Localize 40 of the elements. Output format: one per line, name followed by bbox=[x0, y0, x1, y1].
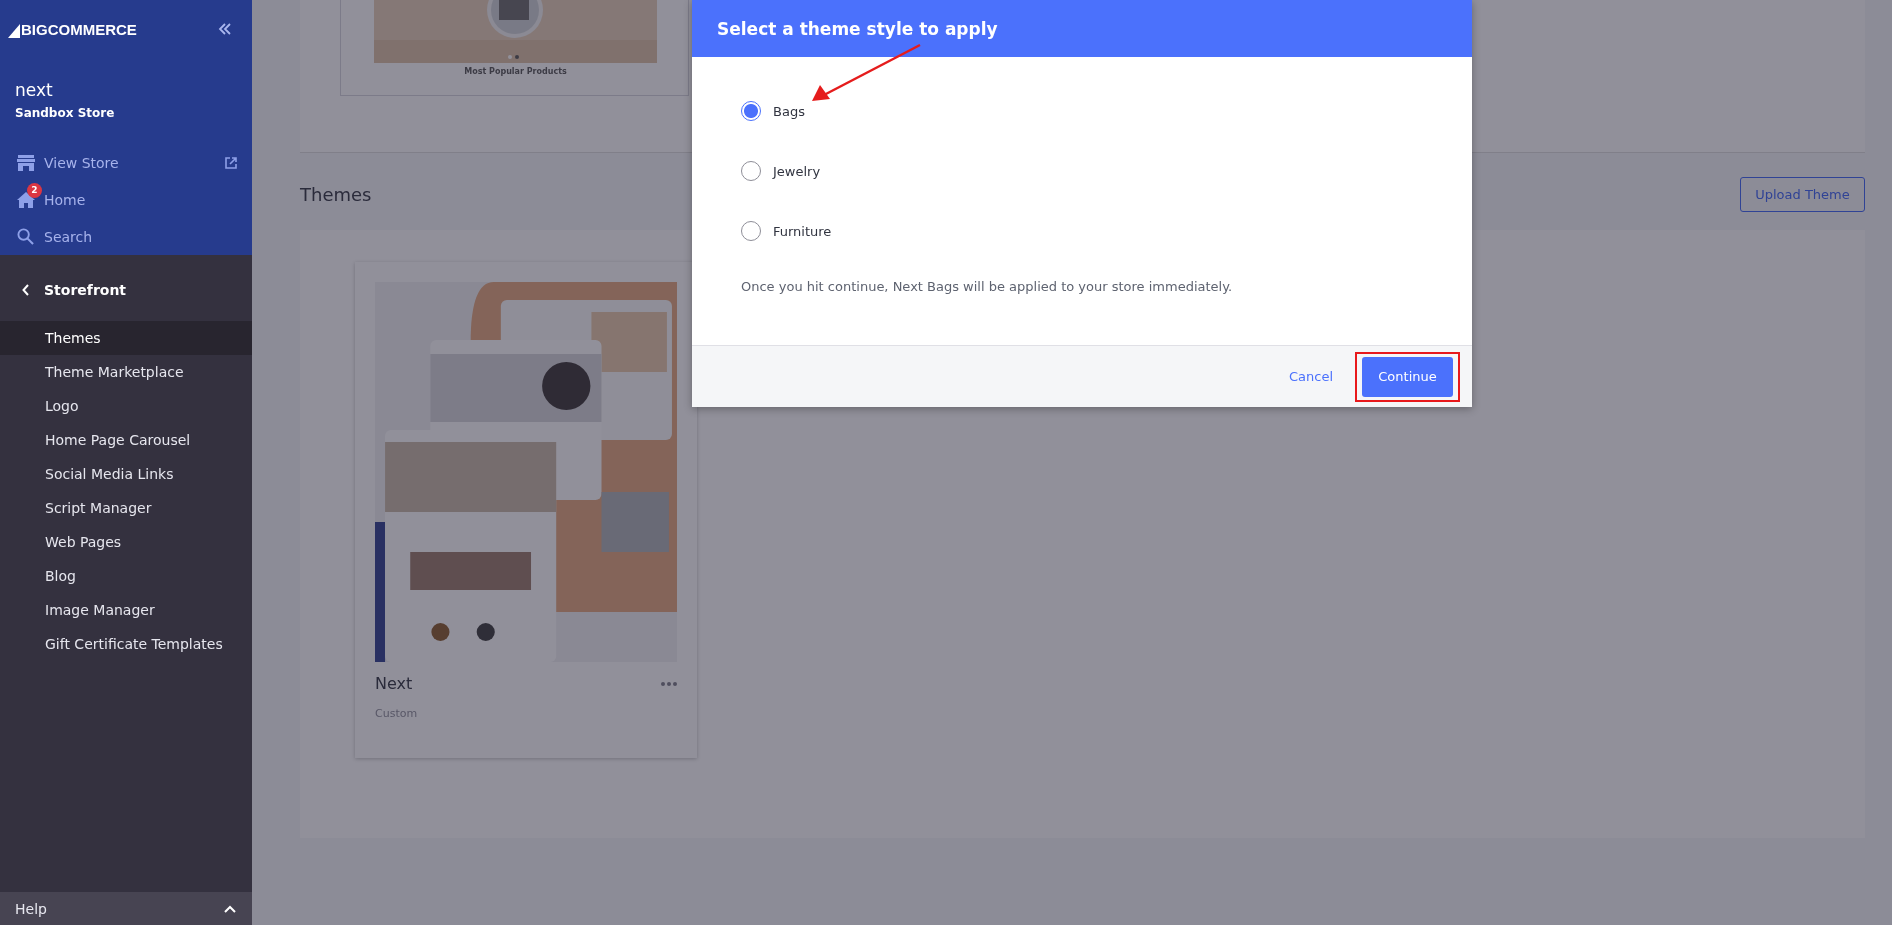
continue-button[interactable]: Continue bbox=[1362, 356, 1453, 397]
sidebar-item[interactable]: Theme Marketplace bbox=[0, 355, 252, 389]
theme-card[interactable]: Next Custom bbox=[355, 262, 697, 758]
notification-badge: 2 bbox=[27, 182, 42, 198]
sidebar-item[interactable]: Image Manager bbox=[0, 593, 252, 627]
sidebar-item[interactable]: Social Media Links bbox=[0, 457, 252, 491]
theme-name: Next bbox=[375, 674, 413, 693]
dialog-title: Select a theme style to apply bbox=[717, 18, 998, 39]
home-icon bbox=[17, 191, 35, 208]
option-label[interactable]: Bags bbox=[773, 103, 805, 119]
sidebar-item[interactable]: Themes bbox=[0, 321, 252, 355]
nav-link[interactable]: View Store bbox=[0, 144, 252, 181]
more-icon[interactable] bbox=[661, 681, 677, 686]
theme-type: Custom bbox=[375, 707, 419, 720]
sidebar-item[interactable]: Script Manager bbox=[0, 491, 252, 525]
store-icon bbox=[17, 154, 35, 171]
dialog-note: Once you hit continue, Next Bags will be applied to your store immediately. bbox=[741, 279, 1234, 294]
cancel-link[interactable]: Cancel bbox=[1288, 369, 1333, 384]
bigcommerce-logo: BIGCOMMERCE bbox=[8, 20, 137, 38]
storefront-back-link[interactable]: Storefront bbox=[0, 275, 252, 305]
option-label[interactable]: Jewelry bbox=[773, 163, 821, 179]
section-title: Themes bbox=[300, 184, 372, 205]
nav-link[interactable]: Search bbox=[0, 218, 252, 255]
sidebar-item[interactable]: Web Pages bbox=[0, 525, 252, 559]
sidebar-item[interactable]: Blog bbox=[0, 559, 252, 593]
store-type: Sandbox Store bbox=[15, 106, 116, 120]
sidebar-item[interactable]: Gift Certificate Templates bbox=[0, 627, 252, 661]
help-bar[interactable]: Help bbox=[0, 892, 252, 925]
search-icon bbox=[17, 228, 34, 245]
external-link-icon[interactable] bbox=[225, 156, 237, 169]
collapse-icon[interactable] bbox=[218, 23, 232, 35]
store-name: next bbox=[15, 80, 54, 100]
radio-button[interactable] bbox=[741, 101, 761, 121]
option-label[interactable]: Furniture bbox=[773, 223, 832, 239]
caret-icon bbox=[224, 904, 236, 913]
sidebar-item[interactable]: Home Page Carousel bbox=[0, 423, 252, 457]
back-icon bbox=[22, 284, 30, 296]
preview-heading: Most Popular Products bbox=[463, 67, 568, 76]
sidebar-item[interactable]: Logo bbox=[0, 389, 252, 423]
nav-link[interactable]: 2 Home bbox=[0, 181, 252, 218]
